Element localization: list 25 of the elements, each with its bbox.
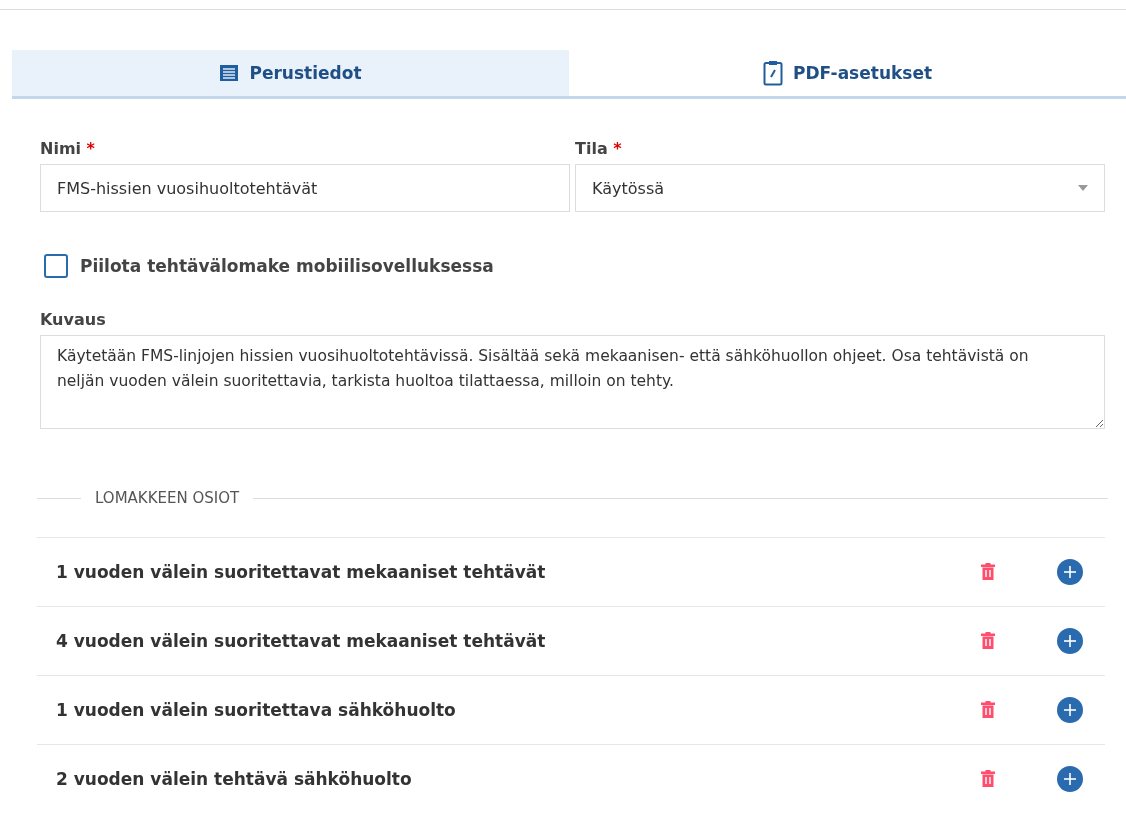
list-icon bbox=[219, 64, 240, 82]
delete-icon[interactable] bbox=[981, 770, 995, 788]
section-heading: LOMAKKEEN OSIOT bbox=[95, 489, 240, 507]
add-icon[interactable] bbox=[1057, 766, 1083, 792]
caret-icon bbox=[1078, 185, 1088, 191]
section-title: 1 vuoden välein suoritettava sähköhuolto bbox=[56, 700, 457, 720]
tab[interactable]: Perustiedot bbox=[12, 50, 569, 96]
section-title: 1 vuoden välein suoritettavat mekaaniset tehtävät bbox=[56, 562, 547, 582]
section-title: 4 vuoden välein suoritettavat mekaaniset tehtävät bbox=[56, 631, 547, 651]
delete-icon[interactable] bbox=[981, 632, 995, 650]
field-label: Nimi * bbox=[40, 139, 96, 158]
checkbox[interactable] bbox=[44, 254, 68, 278]
checkbox-label: Piilota tehtävälomake mobiilisovelluksessa bbox=[80, 256, 494, 276]
description-textarea[interactable]: Käytetään FMS-linjojen hissien vuosihuoltotehtävissä. Sisältää sekä mekaanisen- että sähköhuollon ohjeet. Osa tehtävistä on neljän vuoden välein suoritettavia, tarkista huoltoa tilattaessa, milloin on tehty. bbox=[40, 335, 1105, 429]
delete-icon[interactable] bbox=[981, 563, 995, 581]
add-icon[interactable] bbox=[1057, 697, 1083, 723]
delete-icon[interactable] bbox=[981, 701, 995, 719]
add-icon[interactable] bbox=[1057, 628, 1083, 654]
section-title: 2 vuoden välein tehtävä sähköhuolto bbox=[56, 769, 413, 789]
clipboard-icon bbox=[762, 60, 783, 86]
add-icon[interactable] bbox=[1057, 559, 1083, 585]
status-select[interactable]: Käytössä bbox=[575, 164, 1105, 212]
field-label: Kuvaus bbox=[40, 310, 107, 329]
field-label: Tila * bbox=[575, 139, 623, 158]
name-input[interactable]: FMS-hissien vuosihuoltotehtävät bbox=[40, 164, 570, 212]
